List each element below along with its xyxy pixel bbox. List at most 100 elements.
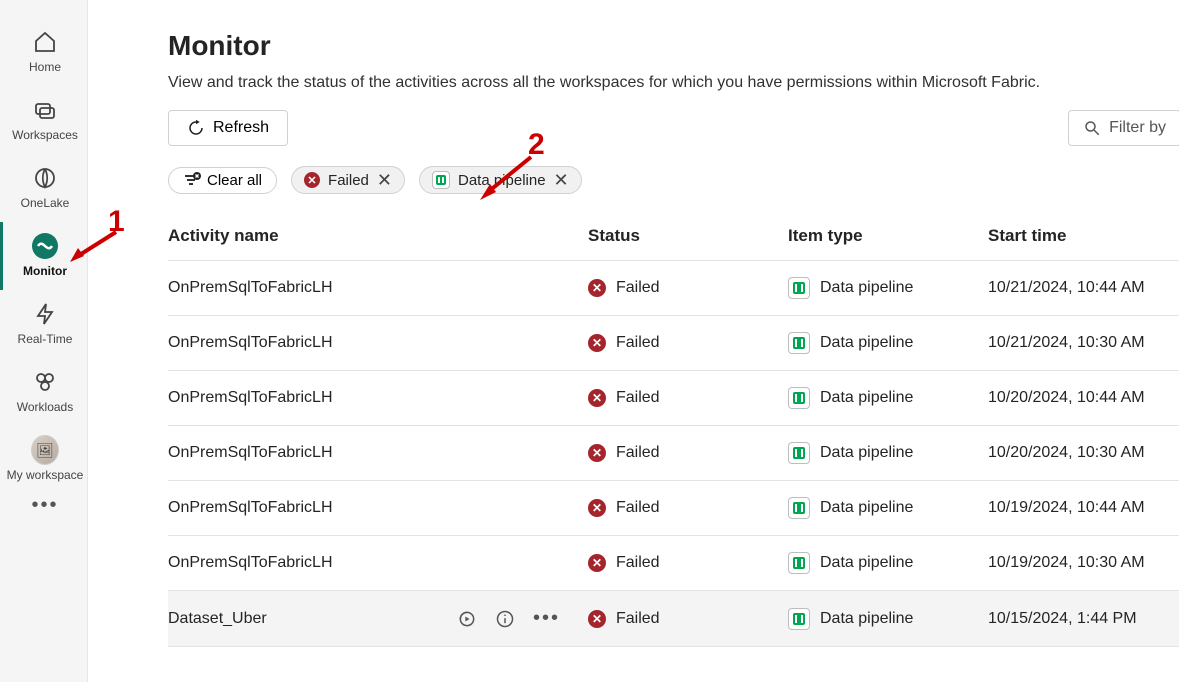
nav-home-label: Home (29, 60, 61, 74)
table-row[interactable]: Dataset_Uber ••• ✕ Failed Data pipeline 10/15… (168, 591, 1179, 647)
monitor-icon (31, 232, 59, 260)
refresh-button[interactable]: Refresh (168, 110, 288, 146)
start-time-text: 10/21/2024, 10:30 AM (988, 334, 1179, 352)
nav-onelake[interactable]: OneLake (0, 154, 88, 222)
table-row[interactable]: OnPremSqlToFabricLH ✕ Failed Data pipeline 1… (168, 371, 1179, 426)
page-description: View and track the status of the activit… (168, 74, 1168, 92)
start-time-text: 10/15/2024, 1:44 PM (988, 610, 1179, 628)
workloads-icon (31, 368, 59, 396)
item-type-text: Data pipeline (820, 499, 913, 517)
start-time-text: 10/20/2024, 10:44 AM (988, 389, 1179, 407)
avatar-icon: 🖼 (31, 436, 59, 464)
start-time-text: 10/19/2024, 10:30 AM (988, 554, 1179, 572)
filter-search[interactable]: Filter by (1068, 110, 1179, 146)
pipeline-type-icon (788, 387, 810, 409)
activity-name[interactable]: OnPremSqlToFabricLH (168, 334, 333, 352)
nav-myworkspace[interactable]: 🖼 My workspace (0, 426, 88, 494)
filter-chip-failed[interactable]: ✕ Failed ✕ (291, 166, 405, 194)
activity-name[interactable]: OnPremSqlToFabricLH (168, 499, 333, 517)
filter-chip-pipeline-label: Data pipeline (458, 172, 546, 189)
nav-monitor[interactable]: Monitor (0, 222, 88, 290)
more-icon: ••• (31, 494, 58, 517)
pipeline-type-icon (788, 552, 810, 574)
nav-workloads[interactable]: Workloads (0, 358, 88, 426)
more-actions-icon[interactable]: ••• (533, 607, 560, 630)
table-row[interactable]: OnPremSqlToFabricLH ✕ Failed Data pipeline 1… (168, 481, 1179, 536)
nav-realtime[interactable]: Real-Time (0, 290, 88, 358)
item-type-text: Data pipeline (820, 279, 913, 297)
item-type-text: Data pipeline (820, 444, 913, 462)
status-text: Failed (616, 610, 660, 628)
table-row[interactable]: OnPremSqlToFabricLH✕FailedData pipeline1… (168, 316, 1179, 371)
rerun-icon[interactable] (457, 609, 477, 629)
nav-onelake-label: OneLake (21, 196, 70, 210)
col-activity-name[interactable]: Activity name (168, 226, 588, 246)
onelake-icon (31, 164, 59, 192)
nav-home[interactable]: Home (0, 18, 88, 86)
failed-status-icon: ✕ (588, 610, 606, 628)
refresh-label: Refresh (213, 119, 269, 137)
failed-status-icon: ✕ (588, 444, 606, 462)
filter-chip-failed-label: Failed (328, 172, 369, 189)
remove-pipeline-filter[interactable]: ✕ (554, 171, 569, 189)
item-type-text: Data pipeline (820, 389, 913, 407)
failed-status-icon: ✕ (588, 554, 606, 572)
pipeline-type-icon (788, 497, 810, 519)
col-status[interactable]: Status (588, 226, 788, 246)
activity-name[interactable]: OnPremSqlToFabricLH (168, 279, 333, 297)
clear-all-icon (183, 172, 199, 188)
sidebar: Home Workspaces OneLake Monitor Real-Tim… (0, 0, 88, 682)
failed-status-icon: ✕ (588, 499, 606, 517)
activity-name[interactable]: OnPremSqlToFabricLH (168, 554, 333, 572)
nav-workspaces-label: Workspaces (12, 128, 78, 142)
status-text: Failed (616, 499, 660, 517)
table-header: Activity name Status Item type Start tim… (168, 208, 1179, 261)
pipeline-type-icon (788, 277, 810, 299)
failed-icon: ✕ (304, 172, 320, 188)
nav-workspaces[interactable]: Workspaces (0, 86, 88, 154)
remove-failed-filter[interactable]: ✕ (377, 171, 392, 189)
status-text: Failed (616, 334, 660, 352)
activity-table: Activity name Status Item type Start tim… (168, 208, 1179, 647)
filter-placeholder: Filter by (1109, 119, 1166, 137)
status-text: Failed (616, 444, 660, 462)
col-item-type[interactable]: Item type (788, 226, 988, 246)
status-text: Failed (616, 389, 660, 407)
nav-monitor-label: Monitor (23, 264, 67, 278)
clear-all-label: Clear all (207, 172, 262, 189)
pipeline-type-icon (788, 332, 810, 354)
realtime-icon (31, 300, 59, 328)
filter-chip-pipeline[interactable]: Data pipeline ✕ (419, 166, 582, 194)
item-type-text: Data pipeline (820, 554, 913, 572)
nav-more[interactable]: ••• (0, 494, 88, 529)
clear-all-chip[interactable]: Clear all (168, 167, 277, 194)
failed-status-icon: ✕ (588, 389, 606, 407)
activity-name[interactable]: OnPremSqlToFabricLH (168, 389, 333, 407)
table-row[interactable]: OnPremSqlToFabricLH ✕ Failed Data pipeline 1… (168, 261, 1179, 316)
start-time-text: 10/20/2024, 10:30 AM (988, 444, 1179, 462)
col-start-time[interactable]: Start time (988, 226, 1179, 246)
activity-name[interactable]: OnPremSqlToFabricLH (168, 444, 333, 462)
pipeline-icon (432, 171, 450, 189)
search-icon (1083, 119, 1101, 137)
activity-name[interactable]: Dataset_Uber (168, 610, 267, 628)
start-time-text: 10/21/2024, 10:44 AM (988, 279, 1179, 297)
table-row[interactable]: OnPremSqlToFabricLH ✕ Failed Data pipeline 1… (168, 536, 1179, 591)
status-text: Failed (616, 279, 660, 297)
home-icon (31, 28, 59, 56)
info-icon[interactable] (495, 609, 515, 629)
nav-workloads-label: Workloads (17, 400, 73, 414)
start-time-text: 10/19/2024, 10:44 AM (988, 499, 1179, 517)
pipeline-type-icon (788, 442, 810, 464)
pipeline-type-icon (788, 608, 810, 630)
failed-status-icon: ✕ (588, 279, 606, 297)
page-title: Monitor (168, 30, 1179, 62)
workspaces-icon (31, 96, 59, 124)
nav-realtime-label: Real-Time (18, 332, 73, 346)
item-type-text: Data pipeline (820, 610, 913, 628)
main: Monitor View and track the status of the… (88, 0, 1179, 682)
refresh-icon (187, 119, 205, 137)
status-text: Failed (616, 554, 660, 572)
table-row[interactable]: OnPremSqlToFabricLH ✕ Failed Data pipeline 1… (168, 426, 1179, 481)
failed-status-icon: ✕ (588, 334, 606, 352)
